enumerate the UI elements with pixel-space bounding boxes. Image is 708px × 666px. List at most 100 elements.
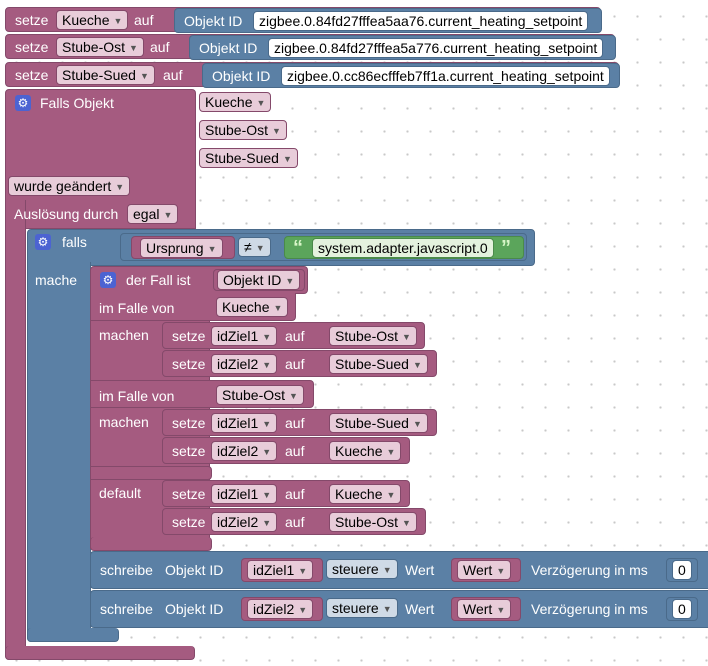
chevron-down-icon: ▼: [402, 518, 411, 528]
im-falle-von-label: im Falle von: [99, 388, 175, 404]
objekt-id-var-block[interactable]: Objekt ID ▼: [213, 269, 305, 291]
object-id-field[interactable]: zigbee.0.84fd27fffea5a776.current_heatin…: [268, 38, 604, 58]
object-id-field[interactable]: zigbee.0.84fd27fffea5aa76.current_heatin…: [253, 11, 589, 31]
ursprung-block[interactable]: Ursprung ▼: [131, 236, 235, 259]
chevron-down-icon: ▼: [386, 447, 396, 457]
trigger-object-dropdown[interactable]: Stube-Sued ▼: [199, 148, 298, 168]
set-action-block[interactable]: setze idZiel2 ▼ auf Stube-Sued ▼: [162, 350, 437, 377]
verzoegerung-label: Verzögerung in ms: [531, 562, 648, 578]
set-action-block[interactable]: setze idZiel2 ▼ auf Kueche ▼: [162, 437, 410, 464]
case-value-dropdown[interactable]: Kueche ▼: [216, 297, 289, 317]
schreibe-label: schreibe: [100, 601, 153, 617]
target-dropdown[interactable]: idZiel1 ▼: [247, 560, 314, 580]
switch-foot: [90, 466, 212, 480]
auf-label: auf: [285, 443, 305, 459]
wert-var-block[interactable]: Wert ▼: [451, 597, 521, 621]
auf-label: auf: [285, 514, 305, 530]
var-dropdown[interactable]: idZiel2 ▼: [211, 354, 278, 374]
chevron-down-icon: ▼: [412, 360, 422, 370]
delay-field[interactable]: 0: [672, 599, 692, 619]
chevron-down-icon: ▼: [289, 391, 298, 401]
delay-field[interactable]: 0: [672, 560, 692, 580]
operator-dropdown[interactable]: ≠ ▼: [238, 237, 271, 257]
wert-label: Wert: [405, 601, 435, 617]
trigger-object-dropdown[interactable]: Kueche ▼: [199, 92, 272, 112]
chevron-down-icon: ▼: [282, 154, 292, 164]
target-dropdown[interactable]: idZiel2 ▼: [247, 599, 314, 619]
set-block-stube-sued[interactable]: setze Stube-Sued ▼ auf Objekt ID zigbee.0…: [5, 62, 620, 88]
write-block[interactable]: schreibe Objekt ID idZiel1 ▼ steuere ▼ Wer…: [90, 551, 708, 589]
var-dropdown[interactable]: idZiel2 ▼: [211, 512, 278, 532]
objekt-id-label: Objekt ID: [184, 13, 243, 29]
chevron-down-icon: ▼: [139, 71, 149, 81]
var-dropdown[interactable]: Stube-Sued ▼: [56, 65, 155, 85]
var-dropdown[interactable]: idZiel1 ▼: [211, 413, 278, 433]
chevron-down-icon: ▼: [496, 566, 506, 576]
setze-label: setze: [172, 443, 206, 459]
set-action-block[interactable]: setze idZiel1 ▼ auf Stube-Ost ▼: [162, 322, 425, 349]
value-dropdown[interactable]: Kueche ▼: [329, 484, 402, 504]
set-action-block[interactable]: setze idZiel1 ▼ auf Kueche ▼: [162, 480, 410, 507]
set-action-block[interactable]: setze idZiel2 ▼ auf Stube-Ost ▼: [162, 508, 426, 535]
target-var-block[interactable]: idZiel1 ▼: [241, 558, 323, 582]
mache-label: mache: [35, 272, 78, 288]
default-label: default: [99, 485, 142, 501]
objekt-id-label: Objekt ID: [199, 40, 258, 56]
setze-label: setze: [172, 514, 206, 530]
write-block[interactable]: schreibe Objekt ID idZiel2 ▼ steuere ▼ Wer…: [90, 590, 708, 628]
value-dropdown[interactable]: Stube-Sued ▼: [329, 354, 428, 374]
ursprung-dropdown[interactable]: Ursprung ▼: [140, 238, 223, 258]
value-dropdown[interactable]: Kueche ▼: [329, 441, 402, 461]
wert-var-block[interactable]: Wert ▼: [451, 558, 521, 582]
var-dropdown[interactable]: Stube-Ost ▼: [56, 37, 144, 57]
ausloesung-dropdown[interactable]: egal ▼: [127, 204, 179, 224]
gear-icon[interactable]: ⚙: [15, 95, 31, 111]
objekt-id-dropdown[interactable]: Objekt ID ▼: [217, 270, 301, 290]
mode-dropdown[interactable]: steuere ▼: [326, 559, 398, 579]
value-dropdown[interactable]: Stube-Ost ▼: [329, 512, 417, 532]
value-dropdown[interactable]: Stube-Ost ▼: [329, 326, 417, 346]
chevron-down-icon: ▼: [129, 43, 138, 53]
var-dropdown[interactable]: idZiel1 ▼: [211, 326, 278, 346]
delay-number-block[interactable]: 0: [666, 597, 698, 621]
target-var-block[interactable]: idZiel2 ▼: [241, 597, 323, 621]
auf-label: auf: [285, 356, 305, 372]
text-field[interactable]: system.adapter.javascript.0: [312, 238, 494, 258]
gear-icon[interactable]: ⚙: [35, 234, 51, 250]
object-id-field[interactable]: zigbee.0.cc86ecfffeb7ff1a.current_heatin…: [281, 66, 610, 86]
compare-block[interactable]: Ursprung ▼ ≠ ▼ “ system.adapter.javascript…: [120, 233, 527, 261]
chevron-down-icon: ▼: [298, 566, 308, 576]
chevron-down-icon: ▼: [262, 447, 272, 457]
wert-dropdown[interactable]: Wert ▼: [457, 560, 512, 580]
der-fall-ist-label: der Fall ist: [126, 272, 191, 288]
wert-dropdown[interactable]: Wert ▼: [457, 599, 512, 619]
chevron-down-icon: ▼: [298, 605, 308, 615]
set-action-block[interactable]: setze idZiel1 ▼ auf Stube-Sued ▼: [162, 409, 437, 436]
objekt-id-block[interactable]: Objekt ID zigbee.0.84fd27fffea5aa76.curr…: [174, 8, 602, 33]
chevron-down-icon: ▼: [382, 565, 392, 575]
value-dropdown[interactable]: Stube-Sued ▼: [329, 413, 428, 433]
chevron-down-icon: ▼: [256, 98, 266, 108]
trigger-object-dropdown[interactable]: Stube-Ost ▼: [199, 120, 287, 140]
set-block-kueche[interactable]: setze Kueche ▼ auf Objekt ID zigbee.0.84f…: [5, 7, 602, 33]
gear-icon[interactable]: ⚙: [100, 272, 116, 288]
setze-label: setze: [172, 356, 206, 372]
mode-dropdown[interactable]: steuere ▼: [326, 598, 398, 618]
objekt-id-block[interactable]: Objekt ID zigbee.0.cc86ecfffeb7ff1a.curr…: [202, 63, 620, 88]
auf-label: auf: [134, 12, 154, 28]
auf-label: auf: [150, 39, 170, 55]
if-block-spine: [27, 262, 91, 642]
set-block-stube-ost[interactable]: setze Stube-Ost ▼ auf Objekt ID zigbee.0.…: [5, 34, 616, 60]
change-type-dropdown[interactable]: wurde geändert ▼: [8, 176, 131, 196]
objekt-id-block[interactable]: Objekt ID zigbee.0.84fd27fffea5a776.curr…: [189, 35, 616, 60]
var-dropdown[interactable]: idZiel1 ▼: [211, 484, 278, 504]
auf-label: auf: [163, 67, 183, 83]
case-value-dropdown[interactable]: Stube-Ost ▼: [216, 385, 304, 405]
text-block[interactable]: “ system.adapter.javascript.0 ”: [284, 236, 524, 259]
chevron-down-icon: ▼: [262, 332, 272, 342]
var-dropdown[interactable]: idZiel2 ▼: [211, 441, 278, 461]
verzoegerung-label: Verzögerung in ms: [531, 601, 648, 617]
var-dropdown[interactable]: Kueche ▼: [56, 10, 129, 30]
delay-number-block[interactable]: 0: [666, 558, 698, 582]
chevron-down-icon: ▼: [496, 605, 506, 615]
